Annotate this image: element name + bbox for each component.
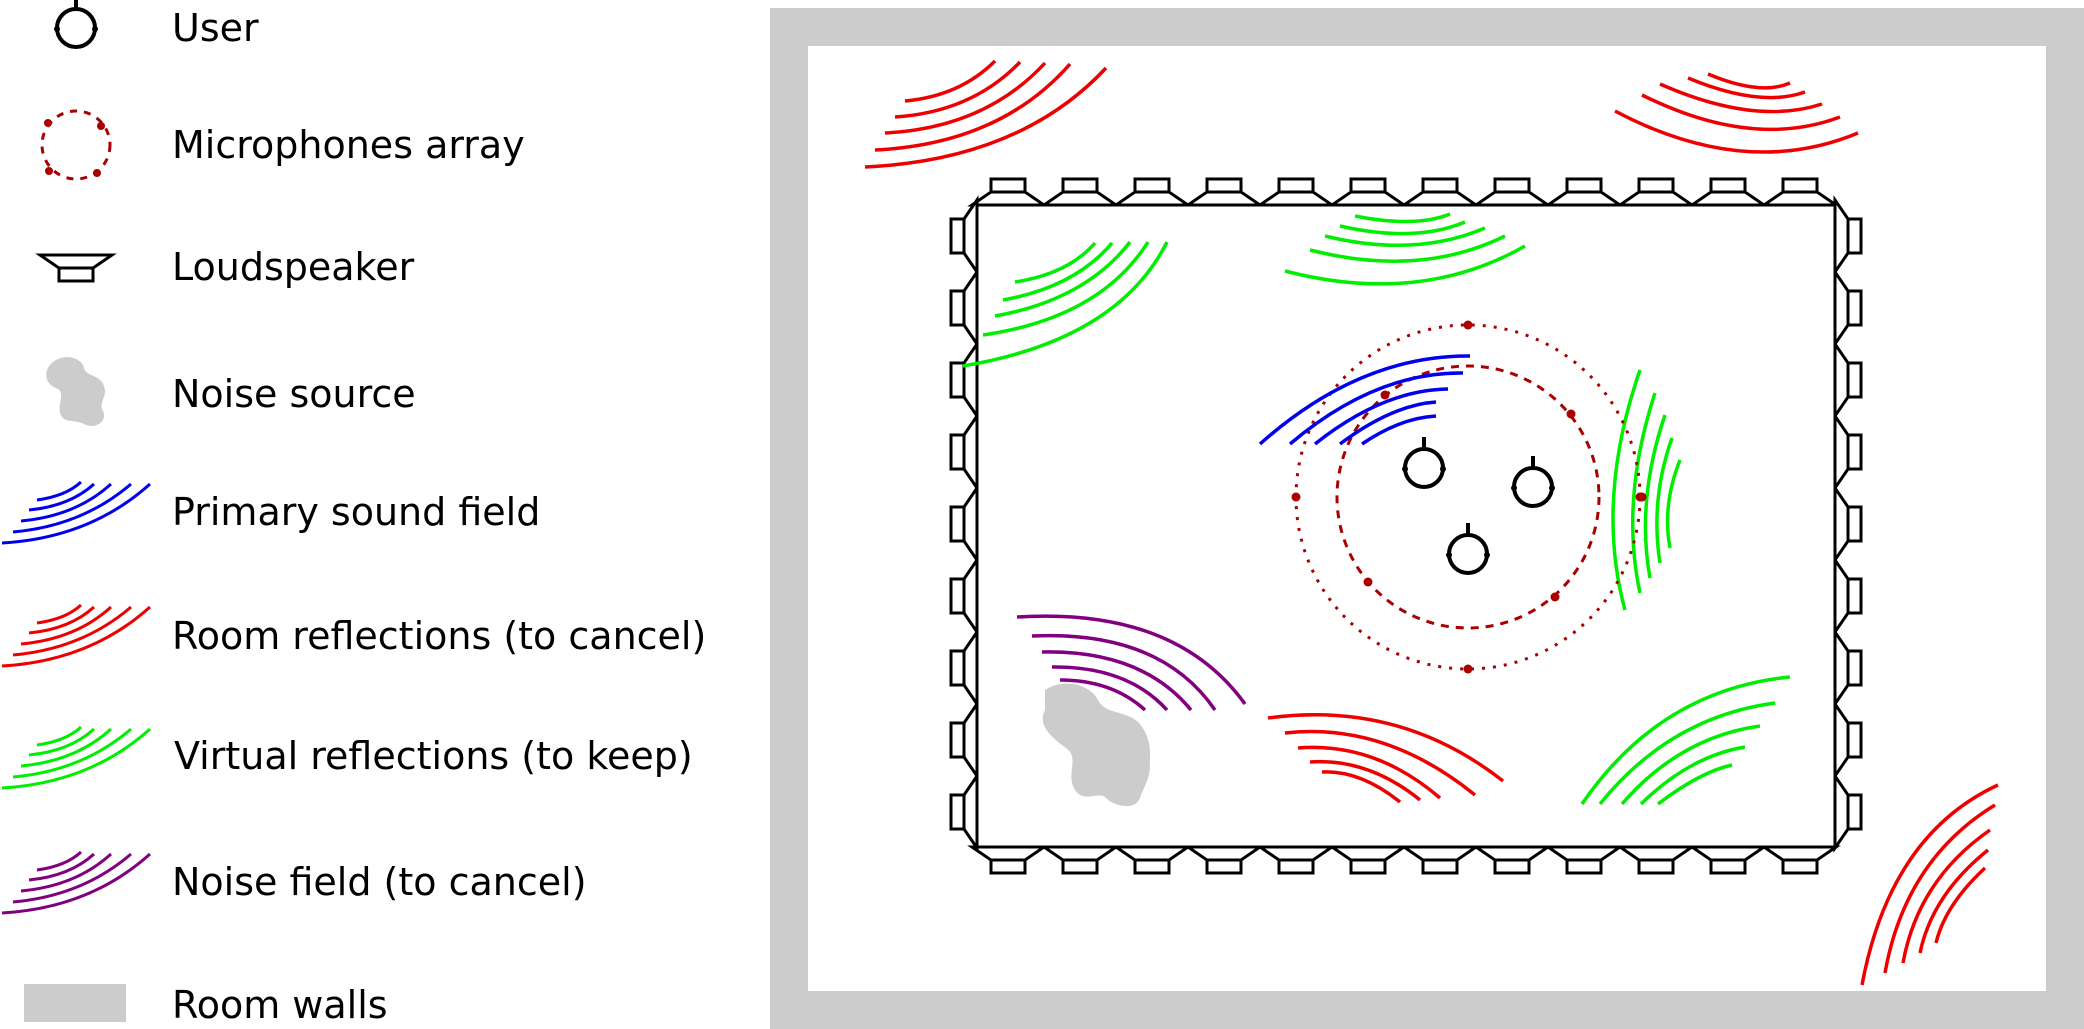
loudspeaker — [1042, 177, 1118, 207]
loudspeaker — [949, 630, 979, 706]
loudspeaker — [1833, 558, 1863, 634]
loudspeaker — [949, 342, 979, 418]
loudspeaker — [1186, 845, 1262, 875]
legend-label-room-walls: Room walls — [172, 983, 388, 1027]
loudspeaker — [1258, 177, 1334, 207]
loudspeaker — [949, 558, 979, 634]
legend-label-loudspeaker: Loudspeaker — [172, 245, 415, 289]
loudspeaker — [1762, 177, 1838, 207]
loudspeaker — [1402, 845, 1478, 875]
legend-label-microphones-array: Microphones array — [172, 123, 525, 167]
legend-virtual-reflection-wave-icon — [1, 725, 152, 790]
loudspeaker — [1618, 845, 1694, 875]
room-reflection-top-left — [864, 59, 1108, 169]
room-reflection-top-right — [1614, 72, 1859, 154]
loudspeaker — [1042, 845, 1118, 875]
legend-label-primary-sound-field: Primary sound field — [172, 490, 541, 534]
loudspeaker — [1690, 177, 1766, 207]
loudspeaker — [949, 198, 979, 274]
loudspeaker — [1474, 845, 1550, 875]
loudspeaker — [1833, 630, 1863, 706]
legend-microphone-array-icon — [40, 109, 112, 181]
loudspeaker — [1258, 845, 1334, 875]
loudspeaker — [1114, 177, 1190, 207]
loudspeaker — [1186, 177, 1262, 207]
loudspeaker — [949, 702, 979, 778]
legend-label-noise-field: Noise field (to cancel) — [172, 860, 587, 904]
loudspeaker — [1833, 270, 1863, 346]
legend-primary-wave-icon — [1, 480, 152, 545]
legend-noise-field-wave-icon — [1, 850, 152, 915]
legend-label-user: User — [172, 6, 259, 50]
loudspeaker — [1474, 177, 1550, 207]
legend-room-walls-swatch — [24, 984, 126, 1022]
legend-label-noise-source: Noise source — [172, 372, 416, 416]
loudspeaker — [1546, 845, 1622, 875]
loudspeaker — [949, 270, 979, 346]
room-reflection-bottom-right — [1860, 783, 1999, 986]
loudspeaker — [1833, 342, 1863, 418]
legend-label-virtual-reflections: Virtual reflections (to keep) — [174, 734, 693, 778]
loudspeaker — [1114, 845, 1190, 875]
loudspeaker — [1833, 702, 1863, 778]
loudspeaker — [949, 486, 979, 562]
loudspeaker — [1762, 845, 1838, 875]
loudspeaker — [1618, 177, 1694, 207]
loudspeaker — [1833, 486, 1863, 562]
loudspeaker — [949, 774, 979, 850]
loudspeaker — [1833, 198, 1863, 274]
loudspeaker — [1330, 845, 1406, 875]
loudspeaker — [1690, 845, 1766, 875]
legend-room-reflection-wave-icon — [1, 603, 152, 668]
loudspeaker — [1833, 414, 1863, 490]
loudspeaker — [1330, 177, 1406, 207]
legend-loudspeaker-icon — [38, 253, 114, 283]
loudspeaker — [949, 414, 979, 490]
loudspeaker — [1833, 774, 1863, 850]
legend-label-room-reflections: Room reflections (to cancel) — [172, 614, 707, 658]
legend-noise-source-icon — [46, 357, 105, 427]
legend-user-icon — [52, 0, 100, 49]
loudspeaker — [970, 177, 1046, 207]
loudspeaker — [970, 845, 1046, 875]
loudspeaker — [1402, 177, 1478, 207]
loudspeaker — [1546, 177, 1622, 207]
